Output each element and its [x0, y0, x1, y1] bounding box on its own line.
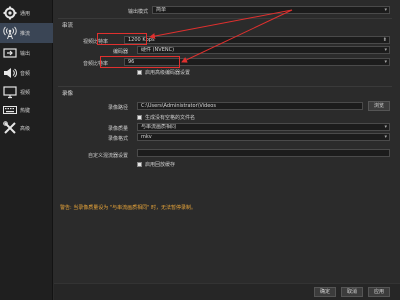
sidebar-item-label: 推流	[20, 31, 31, 37]
sidebar-item-label: 高级	[20, 126, 31, 132]
settings-sidebar: 通用 推流 输出 音频 视频 热键 高级	[0, 0, 53, 300]
sidebar-item-label: 输出	[20, 51, 31, 57]
advanced-encoder-checkbox[interactable]: 启用高级编码器设置	[137, 69, 190, 76]
cancel-button[interactable]: 取消	[341, 287, 363, 297]
video-bitrate-spinbox[interactable]: 1200 Kbps ⬍	[124, 36, 390, 44]
browse-button[interactable]: 浏览	[368, 101, 390, 111]
checkbox-box[interactable]	[137, 115, 142, 120]
encoder-select[interactable]: 硬件 (NVENC) ▾	[137, 46, 390, 54]
annotation-arrow	[149, 9, 293, 40]
output-mode-value: 简单	[156, 7, 167, 13]
recording-quality-select[interactable]: 与串流画质相同 ▾	[137, 123, 390, 131]
replay-buffer-checkbox[interactable]: 启用回放缓存	[137, 161, 175, 168]
chevron-down-icon: ▾	[384, 7, 387, 13]
monitor-icon	[3, 86, 17, 99]
divider	[58, 86, 392, 87]
audio-bitrate-select[interactable]: 96 ▾	[124, 58, 390, 66]
gear-icon	[3, 6, 17, 20]
recording-group-title: 录像	[62, 91, 74, 97]
chevron-down-icon: ▾	[384, 134, 387, 140]
encoder-label: 编码器	[112, 49, 128, 55]
recording-path-label: 录像路径	[107, 105, 128, 111]
sidebar-item-video[interactable]: 视频	[0, 82, 53, 102]
stepper-icon[interactable]: ⬍	[383, 37, 387, 43]
apply-button[interactable]: 应用	[368, 287, 390, 297]
audio-bitrate-value: 96	[128, 59, 135, 65]
output-mode-select[interactable]: 简单 ▾	[152, 6, 390, 14]
encoder-value: 硬件 (NVENC)	[141, 47, 175, 53]
warning-text: 警告: 当录像质量设为 "与串流画质相同" 时，无法暂停录制。	[60, 205, 197, 211]
custom-muxer-label: 自定义混流器设置	[87, 153, 128, 159]
checkbox-box[interactable]	[137, 162, 142, 167]
sidebar-item-label: 通用	[20, 11, 31, 17]
recording-quality-value: 与串流画质相同	[141, 124, 177, 130]
audio-bitrate-label: 音频比特率	[82, 61, 108, 67]
chevron-down-icon: ▾	[384, 124, 387, 130]
chevron-down-icon: ▾	[384, 59, 387, 65]
custom-muxer-input[interactable]	[137, 149, 390, 157]
broadcast-icon	[3, 26, 17, 40]
checkbox-box[interactable]	[137, 70, 142, 75]
sidebar-item-advanced[interactable]: 高级	[0, 118, 53, 138]
tools-icon	[3, 121, 16, 134]
recording-format-select[interactable]: mkv ▾	[137, 133, 390, 141]
recording-path-input[interactable]: C:\Users\Administrator\Videos	[137, 102, 363, 110]
advanced-encoder-label: 启用高级编码器设置	[145, 70, 191, 76]
no-space-filename-label: 生成没有空格的文件名	[145, 115, 196, 121]
keyboard-icon	[3, 106, 17, 114]
output-mode-label: 输出模式	[127, 9, 148, 15]
sidebar-item-hotkeys[interactable]: 热键	[0, 100, 53, 120]
video-bitrate-label: 视频比特率	[82, 39, 108, 45]
recording-format-value: mkv	[141, 134, 152, 140]
recording-quality-label: 录像质量	[107, 126, 128, 132]
chevron-down-icon: ▾	[384, 47, 387, 53]
streaming-group-title: 串流	[62, 23, 74, 29]
recording-format-label: 录像格式	[107, 136, 128, 142]
replay-buffer-label: 启用回放缓存	[145, 162, 176, 168]
video-bitrate-value: 1200 Kbps	[128, 37, 155, 43]
divider	[58, 18, 392, 19]
recording-path-value: C:\Users\Administrator\Videos	[141, 103, 216, 109]
output-icon	[3, 48, 17, 58]
no-space-filename-checkbox[interactable]: 生成没有空格的文件名	[137, 114, 195, 121]
sidebar-item-label: 音频	[20, 71, 31, 77]
ok-button[interactable]: 确定	[314, 287, 336, 297]
sidebar-item-general[interactable]: 通用	[0, 3, 53, 23]
sidebar-item-label: 视频	[20, 90, 31, 96]
sidebar-item-label: 热键	[20, 108, 31, 114]
speaker-icon	[4, 68, 17, 78]
